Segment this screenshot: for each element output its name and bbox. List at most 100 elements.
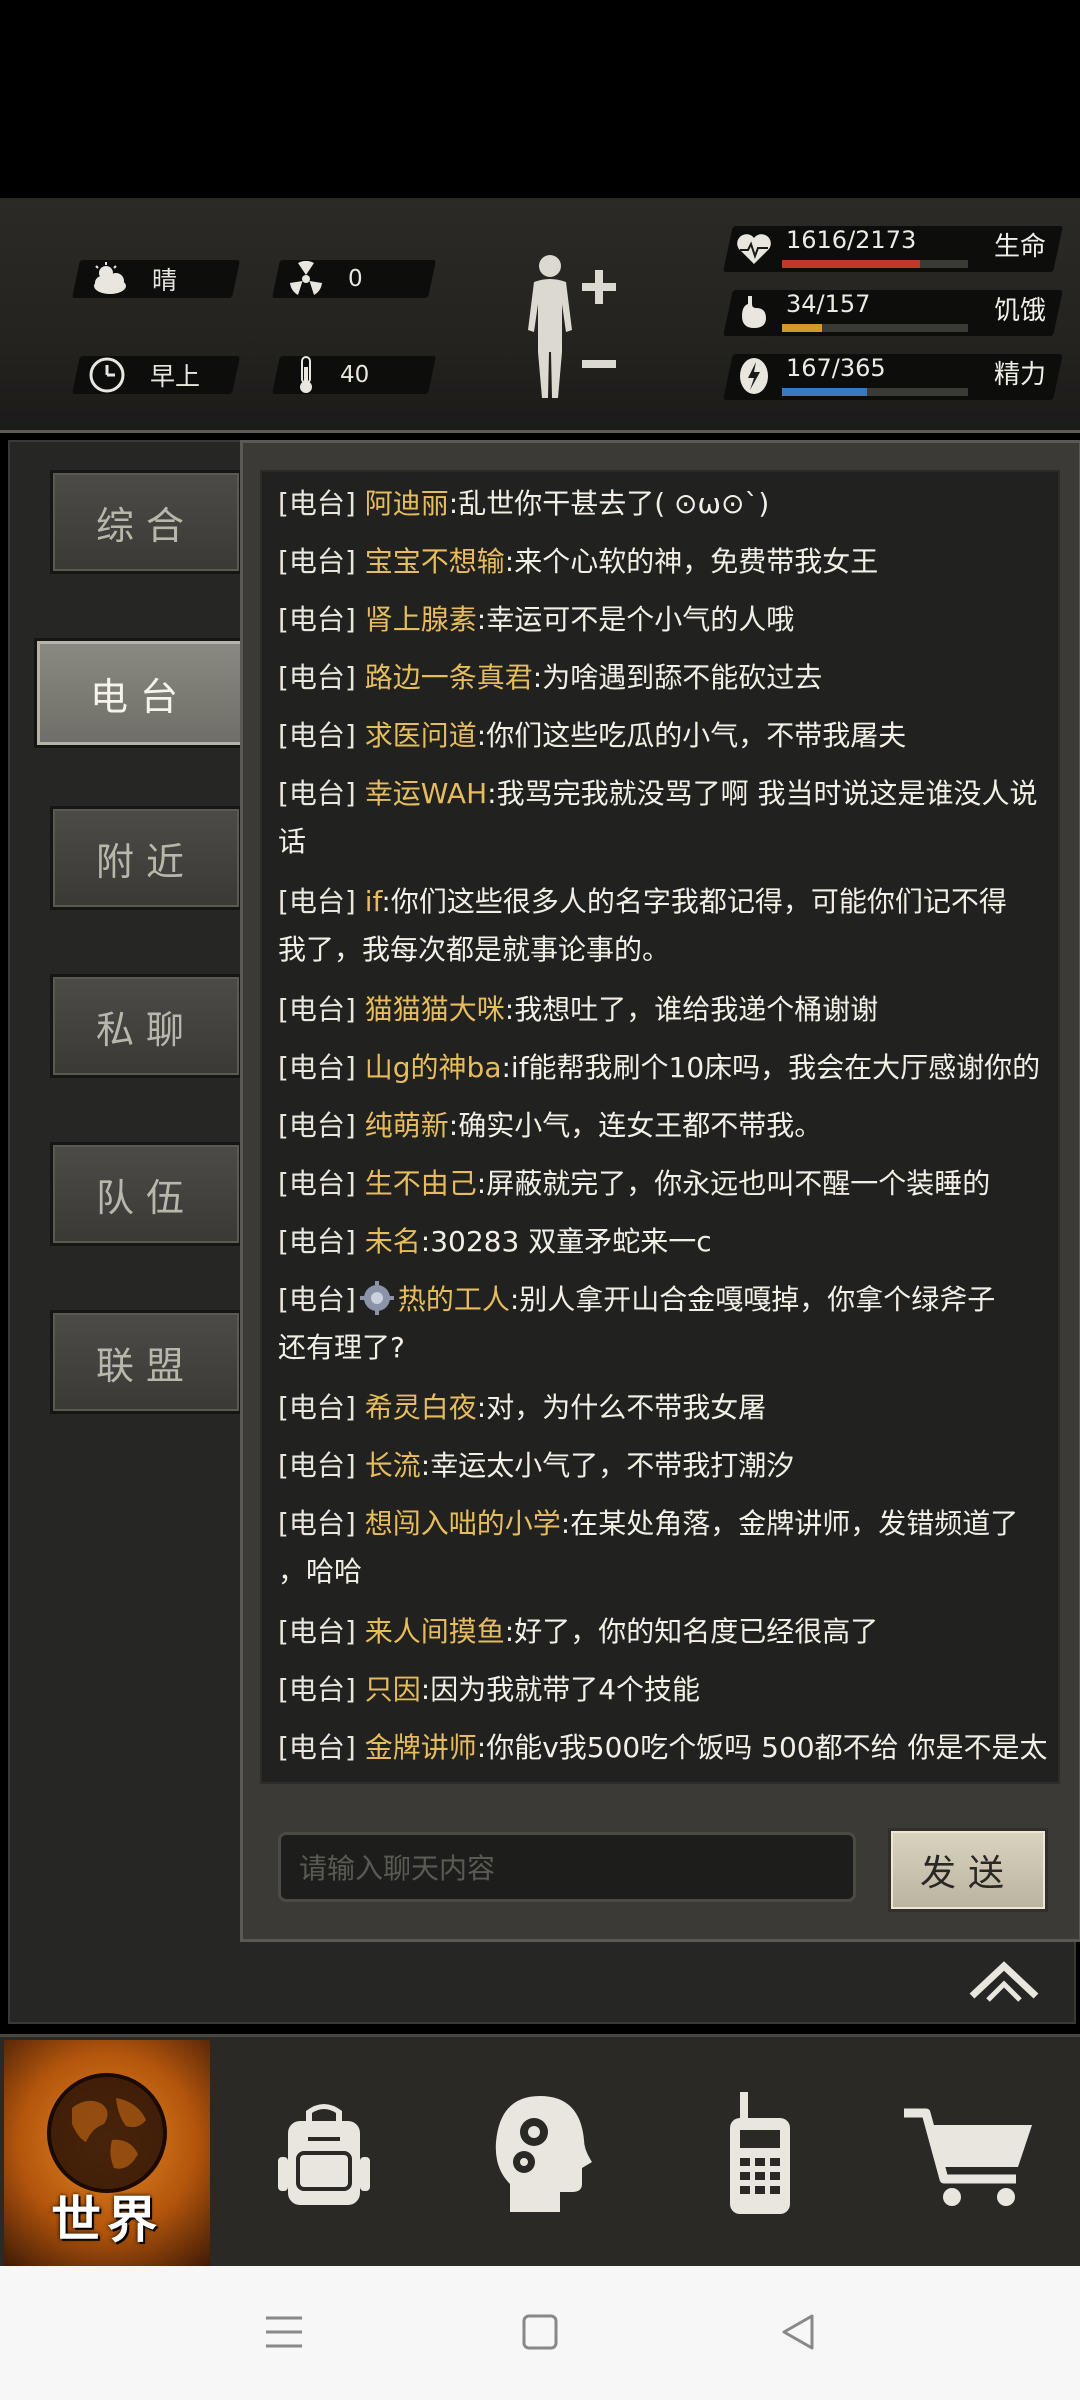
tab-radio[interactable]: 电台 — [34, 638, 246, 748]
sender-name[interactable]: 长流 — [365, 1449, 421, 1482]
message-text: :乱世你干甚去了( ⊙ω⊙`) — [448, 487, 770, 520]
sender-name[interactable]: 山g的神ba — [365, 1051, 502, 1084]
energy-label: 精力 — [994, 360, 1047, 390]
nav-backpack-button[interactable] — [224, 2040, 424, 2266]
message-text: :对，为什么不带我女屠 — [476, 1391, 767, 1424]
sender-name[interactable]: 热的工人 — [398, 1283, 510, 1316]
chat-message[interactable]: [电台] 阿迪丽:乱世你干甚去了( ⊙ω⊙`) — [278, 480, 1058, 528]
chat-message[interactable]: [电台] if:你们这些很多人的名字我都记得，可能你们记不得 我了，我每次都是就事… — [278, 878, 1058, 974]
heart-icon — [737, 234, 771, 264]
cloud-sun-icon — [94, 262, 126, 294]
sender-name[interactable]: 纯萌新 — [365, 1109, 449, 1142]
chat-message[interactable]: [电台] 热的工人:别人拿开山合金嘎嘎掉，你拿个绿斧子 还有理了? — [278, 1276, 1058, 1372]
message-text: :幸运太小气了，不带我打潮汐 — [420, 1449, 795, 1482]
chat-message[interactable]: [电台] 幸运WAH:我骂完我就没骂了啊 我当时说这是谁没人说话 — [278, 770, 1058, 866]
chat-message[interactable]: [电台] 宝宝不想输:来个心软的神，免费带我女王 — [278, 538, 1058, 586]
chat-message[interactable]: [电台] 山g的神ba:if能帮我刷个10床吗，我会在大厅感谢你的 — [278, 1044, 1058, 1092]
collapse-chevron-icon[interactable] — [964, 1956, 1044, 2006]
chat-message[interactable]: [电台] 纯萌新:确实小气，连女王都不带我。 — [278, 1102, 1058, 1150]
channel-tag: [电台] — [278, 1051, 356, 1084]
chat-message[interactable]: [电台] 想闯入咄的小学:在某处角落，金牌讲师，发错频道了 ，哈哈 — [278, 1500, 1058, 1596]
sender-name[interactable]: 来人间摸鱼 — [365, 1615, 505, 1648]
tab-private[interactable]: 私聊 — [50, 974, 242, 1078]
channel-tag: [电台] — [278, 885, 356, 918]
channel-tag: [电台] — [278, 1731, 356, 1764]
hunger-bar — [782, 324, 968, 332]
gear-avatar-icon — [359, 1281, 394, 1315]
hunger-value: 34/157 — [786, 290, 871, 318]
sender-name[interactable]: 金牌讲师 — [365, 1731, 477, 1764]
globe-icon — [47, 2073, 167, 2193]
energy-icon — [740, 358, 768, 394]
character-status-button[interactable] — [518, 252, 628, 402]
chat-message[interactable]: [电台] 只因:因为我就带了4个技能 — [278, 1666, 1058, 1714]
sender-name[interactable]: 希灵白夜 — [365, 1391, 477, 1424]
sender-name[interactable]: 路边一条真君 — [365, 661, 533, 694]
chat-input[interactable]: 请输入聊天内容 — [278, 1832, 856, 1902]
chat-message[interactable]: [电台] 求医问道:你们这些吃瓜的小气，不带我屠夫 — [278, 712, 1058, 760]
time-of-day-text: 早上 — [150, 362, 201, 391]
thermometer-icon — [300, 356, 312, 393]
nav-shop-button[interactable] — [870, 2040, 1070, 2266]
tab-general[interactable]: 综合 — [50, 470, 242, 574]
sender-name[interactable]: 阿迪丽 — [365, 487, 449, 520]
chat-message[interactable]: [电台] 来人间摸鱼:好了，你的知名度已经很高了 — [278, 1608, 1058, 1656]
health-label: 生命 — [994, 232, 1047, 262]
chat-message[interactable]: [电台] 金牌讲师:你能v我500吃个饭吗 500都不给 你是不是太 — [278, 1724, 1058, 1772]
sender-name[interactable]: 未名 — [365, 1225, 421, 1258]
channel-tag: [电台] — [278, 1507, 356, 1540]
tab-team[interactable]: 队伍 — [50, 1142, 242, 1246]
clock-icon — [89, 357, 125, 393]
sender-name[interactable]: 想闯入咄的小学 — [365, 1507, 561, 1540]
channel-tag: [电台] — [278, 487, 356, 520]
health-bar — [782, 260, 968, 268]
chat-message[interactable]: [电台] 希灵白夜:对，为什么不带我女屠 — [278, 1384, 1058, 1432]
home-icon[interactable] — [518, 2310, 562, 2354]
stomach-icon — [742, 296, 766, 328]
sender-name[interactable]: if — [365, 885, 382, 918]
back-icon[interactable] — [776, 2310, 820, 2354]
message-text: :确实小气，连女王都不带我。 — [448, 1109, 823, 1142]
tab-private-label: 私聊 — [95, 1007, 196, 1052]
nav-skills-button[interactable] — [440, 2040, 640, 2266]
chat-message[interactable]: [电台] 猫猫猫大咪:我想吐了，谁给我递个桶谢谢 — [278, 986, 1058, 1034]
message-text: :因为我就带了4个技能 — [420, 1673, 701, 1706]
chat-message[interactable]: [电台] 路边一条真君:为啥遇到舔不能砍过去 — [278, 654, 1058, 702]
sender-name[interactable]: 宝宝不想输 — [365, 545, 505, 578]
radiation-pill: 0 — [271, 260, 437, 298]
chat-message[interactable]: [电台] 生不由己:屏蔽就完了，你永远也叫不醒一个装睡的 — [278, 1160, 1058, 1208]
temperature-value: 40 — [340, 362, 370, 388]
message-text: :我想吐了，谁给我递个桶谢谢 — [504, 993, 879, 1026]
tab-team-label: 队伍 — [95, 1175, 196, 1220]
channel-tag: [电台] — [278, 1391, 356, 1424]
chat-message[interactable]: [电台] 肾上腺素:幸运可不是个小气的人哦 — [278, 596, 1058, 644]
chat-message[interactable]: [电台] 长流:幸运太小气了，不带我打潮汐 — [278, 1442, 1058, 1490]
send-button[interactable]: 发送 — [888, 1828, 1048, 1912]
nav-radio-button[interactable] — [660, 2040, 860, 2266]
status-hud: 晴 0 早上 40 1616/2173 生命 34/157 饥饿 167/365… — [0, 198, 1080, 433]
message-text: :我骂完我就没骂了啊 我当时说这是谁没人说 — [487, 777, 1038, 810]
sender-name[interactable]: 生不由己 — [365, 1167, 477, 1200]
message-text: :你们这些吃瓜的小气，不带我屠夫 — [476, 719, 907, 752]
nav-world-button[interactable]: 世界 — [4, 2040, 210, 2266]
radiation-value: 0 — [348, 266, 363, 292]
backpack-icon — [278, 2104, 370, 2205]
walkie-talkie-icon — [730, 2092, 790, 2214]
chat-message[interactable]: [电台] 未名:30283 双童矛蛇来一c — [278, 1218, 1058, 1266]
chat-message-list[interactable]: [电台] 阿迪丽:乱世你干甚去了( ⊙ω⊙`) [电台] 宝宝不想输:来个心软的… — [260, 470, 1060, 1784]
sender-name[interactable]: 只因 — [365, 1673, 421, 1706]
tab-nearby[interactable]: 附近 — [50, 806, 242, 910]
sender-name[interactable]: 猫猫猫大咪 — [365, 993, 505, 1026]
sender-name[interactable]: 肾上腺素 — [365, 603, 477, 636]
minus-icon — [582, 360, 616, 368]
tab-alliance[interactable]: 联盟 — [50, 1310, 242, 1414]
sender-name[interactable]: 幸运WAH — [365, 777, 487, 810]
weather-pill: 晴 — [71, 260, 241, 298]
sender-name[interactable]: 求医问道 — [365, 719, 477, 752]
body-figure-icon — [528, 255, 572, 398]
weather-text: 晴 — [152, 266, 178, 295]
message-text: :好了，你的知名度已经很高了 — [504, 1615, 879, 1648]
channel-tag: [电台] — [278, 1449, 356, 1482]
channel-tag: [电台] — [278, 1615, 356, 1648]
menu-icon[interactable] — [262, 2310, 306, 2354]
